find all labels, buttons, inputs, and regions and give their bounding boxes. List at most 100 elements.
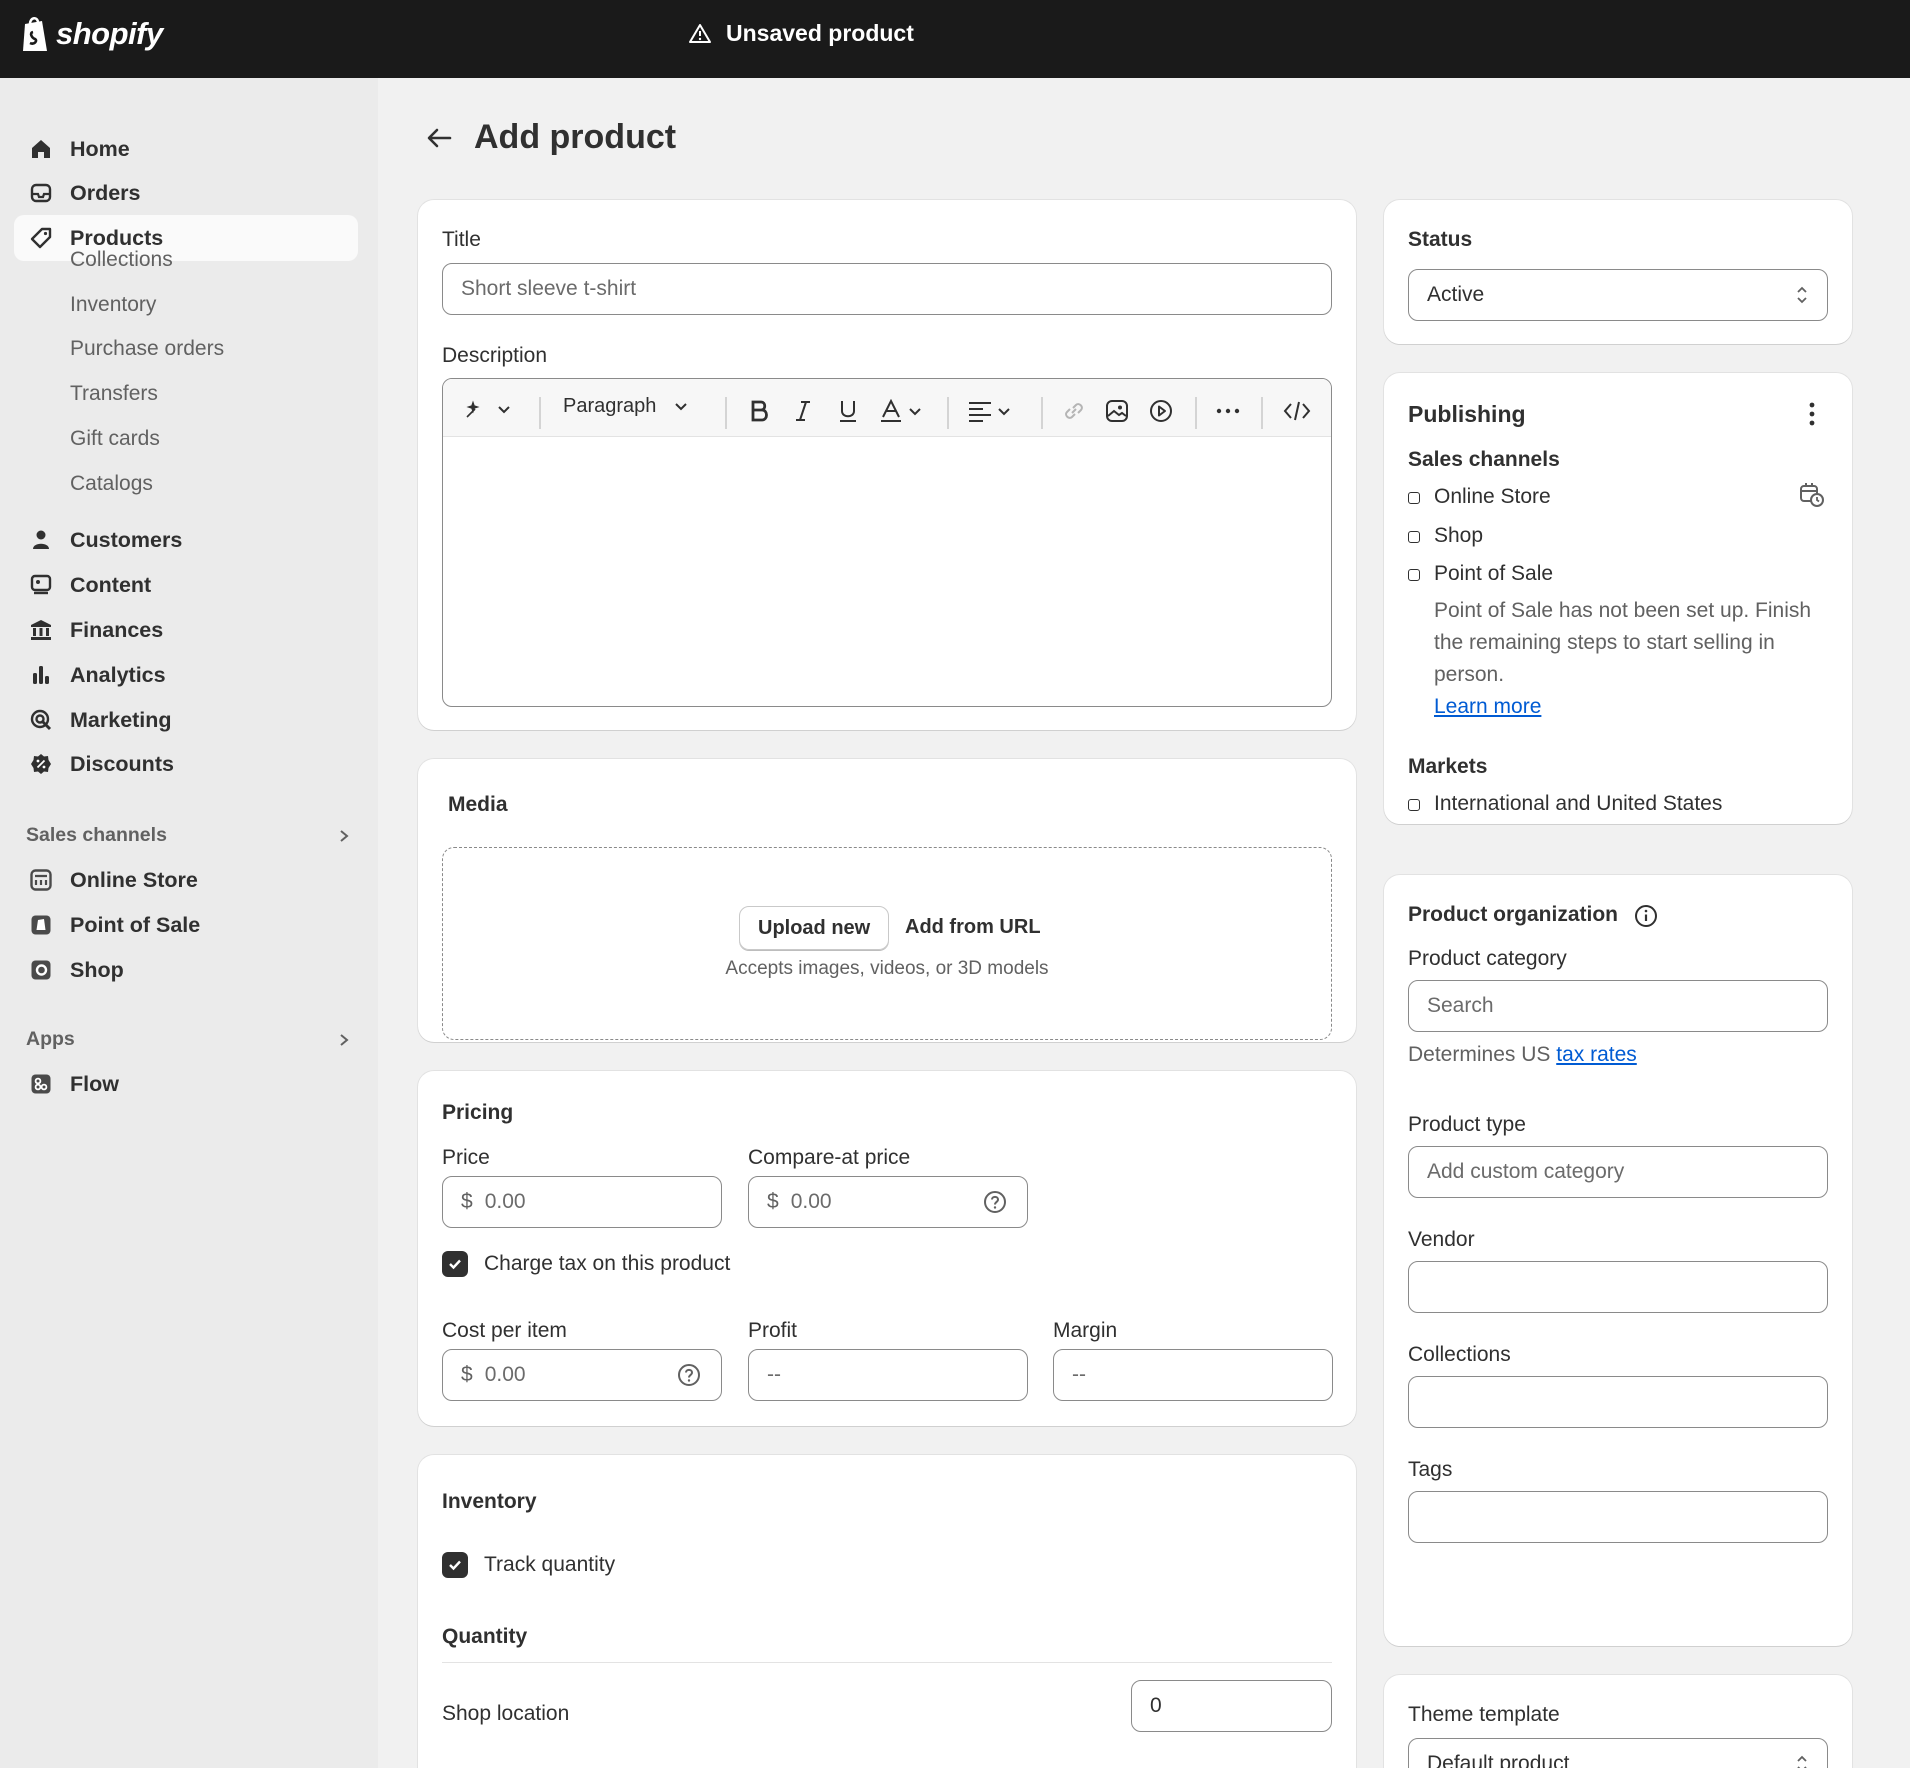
location-quantity-input[interactable]: 0 <box>1131 1680 1332 1732</box>
format-dropdown[interactable]: Paragraph <box>563 395 688 418</box>
margin-field: -- <box>1053 1349 1333 1401</box>
charge-tax-label[interactable]: Charge tax on this product <box>484 1252 730 1276</box>
bar-chart-icon <box>28 662 54 688</box>
sidebar-subitem-transfers[interactable]: Transfers <box>70 382 158 406</box>
format-value: Paragraph <box>563 395 657 417</box>
add-from-url-button[interactable]: Add from URL <box>905 916 1041 939</box>
apps-section[interactable]: Apps <box>26 1028 350 1051</box>
compare-price-input[interactable]: $ 0.00 <box>748 1176 1028 1228</box>
tags-input[interactable] <box>1408 1491 1828 1543</box>
status-dot-icon <box>1408 799 1420 811</box>
product-type-label: Product type <box>1408 1113 1526 1136</box>
person-icon <box>28 527 54 553</box>
pricing-card: Pricing Price $ 0.00 Compare-at price $ … <box>418 1071 1356 1426</box>
quantity-title: Quantity <box>442 1625 528 1648</box>
sidebar-item-point-of-sale[interactable]: Point of Sale <box>14 902 358 948</box>
align-left-icon <box>969 402 1010 422</box>
category-placeholder: Search <box>1427 994 1494 1017</box>
discount-icon <box>28 751 54 777</box>
sidebar-subitem-gift-cards[interactable]: Gift cards <box>70 427 160 451</box>
editor-toolbar: Paragraph <box>443 379 1331 437</box>
sidebar-item-home[interactable]: Home <box>14 126 358 172</box>
track-quantity-label[interactable]: Track quantity <box>484 1553 615 1577</box>
media-title: Media <box>448 793 508 816</box>
currency-prefix: $ <box>461 1190 473 1213</box>
insert-video-button[interactable] <box>1149 399 1173 423</box>
theme-template-select[interactable]: Default product <box>1408 1738 1828 1768</box>
help-icon[interactable] <box>677 1363 701 1387</box>
sidebar-subitem-catalogs[interactable]: Catalogs <box>70 472 153 496</box>
back-arrow-icon[interactable] <box>426 127 452 149</box>
sidebar-item-orders[interactable]: Orders <box>14 170 358 216</box>
select-arrows-icon <box>1797 1755 1807 1768</box>
text-color-button[interactable] <box>880 399 928 423</box>
media-card: Media Upload new Add from URL Accepts im… <box>418 759 1356 1042</box>
sidebar-item-discounts[interactable]: Discounts <box>14 741 358 787</box>
margin-value: -- <box>1072 1363 1086 1386</box>
media-dropzone[interactable]: Upload new Add from URL Accepts images, … <box>442 847 1332 1040</box>
more-horizontal-icon <box>1216 408 1240 414</box>
status-title: Status <box>1408 228 1473 251</box>
sidebar-subitem-collections[interactable]: Collections <box>70 248 173 272</box>
margin-label: Margin <box>1053 1319 1118 1342</box>
track-quantity-checkbox[interactable] <box>442 1552 468 1578</box>
product-organization-card: Product organization Product category Se… <box>1384 875 1852 1646</box>
product-type-input[interactable]: Add custom category <box>1408 1146 1828 1198</box>
status-select[interactable]: Active <box>1408 269 1828 321</box>
sidebar-item-products[interactable]: Products <box>14 215 358 261</box>
cost-per-item-label: Cost per item <box>442 1319 567 1342</box>
price-input[interactable]: $ 0.00 <box>442 1176 722 1228</box>
sidebar-subitem-purchase-orders[interactable]: Purchase orders <box>70 337 224 361</box>
align-button[interactable] <box>967 399 1017 423</box>
info-icon[interactable] <box>1634 904 1658 928</box>
sidebar-item-analytics[interactable]: Analytics <box>14 652 358 698</box>
sidebar-item-customers[interactable]: Customers <box>14 517 358 563</box>
underline-button[interactable] <box>837 399 859 423</box>
more-vertical-icon[interactable] <box>1808 401 1816 427</box>
link-button[interactable] <box>1061 399 1087 423</box>
toolbar-divider <box>1195 397 1197 429</box>
channel-point-of-sale: Point of Sale <box>1434 562 1554 585</box>
html-source-button[interactable] <box>1283 399 1311 423</box>
main-content: Add product Title Short sleeve t-shirt D… <box>378 78 1910 1768</box>
code-icon <box>1283 401 1311 421</box>
help-icon[interactable] <box>983 1190 1007 1214</box>
upload-new-button[interactable]: Upload new <box>739 906 890 950</box>
target-icon <box>28 707 54 733</box>
ai-magic-button[interactable] <box>463 399 511 421</box>
description-editor[interactable]: Paragraph <box>442 378 1332 707</box>
title-label: Title <box>442 228 481 251</box>
title-input[interactable]: Short sleeve t-shirt <box>442 263 1332 315</box>
learn-more-link[interactable]: Learn more <box>1434 695 1541 719</box>
bold-button[interactable] <box>748 399 770 423</box>
checkmark-icon <box>449 1560 461 1571</box>
product-category-input[interactable]: Search <box>1408 980 1828 1032</box>
sales-channels-section[interactable]: Sales channels <box>26 824 350 847</box>
sidebar-item-finances[interactable]: Finances <box>14 607 358 653</box>
type-placeholder: Add custom category <box>1427 1160 1625 1183</box>
sidebar-item-content[interactable]: Content <box>14 562 358 608</box>
collections-input[interactable] <box>1408 1376 1828 1428</box>
collections-label: Collections <box>1408 1343 1511 1366</box>
sidebar-item-flow[interactable]: Flow <box>14 1061 358 1107</box>
sidebar-subitem-inventory[interactable]: Inventory <box>70 293 156 317</box>
markets-title: Markets <box>1408 755 1488 778</box>
charge-tax-checkbox[interactable] <box>442 1251 468 1277</box>
italic-button[interactable] <box>793 399 813 423</box>
sidebar-item-label: Shop <box>70 957 124 982</box>
sidebar-item-online-store[interactable]: Online Store <box>14 857 358 903</box>
insert-image-button[interactable] <box>1105 399 1129 423</box>
apps-heading: Apps <box>26 1028 75 1050</box>
sidebar-item-marketing[interactable]: Marketing <box>14 697 358 743</box>
shopify-logo[interactable]: shopify <box>20 14 163 54</box>
price-label: Price <box>442 1146 490 1169</box>
more-options-button[interactable] <box>1215 399 1241 423</box>
calendar-clock-icon[interactable] <box>1798 481 1826 509</box>
sidebar-item-shop[interactable]: Shop <box>14 947 358 993</box>
location-quantity-value: 0 <box>1150 1694 1162 1717</box>
vendor-input[interactable] <box>1408 1261 1828 1313</box>
compare-price-label: Compare-at price <box>748 1146 911 1169</box>
link-icon <box>1065 403 1083 419</box>
cost-per-item-input[interactable]: $ 0.00 <box>442 1349 722 1401</box>
tax-rates-link[interactable]: tax rates <box>1556 1043 1637 1066</box>
